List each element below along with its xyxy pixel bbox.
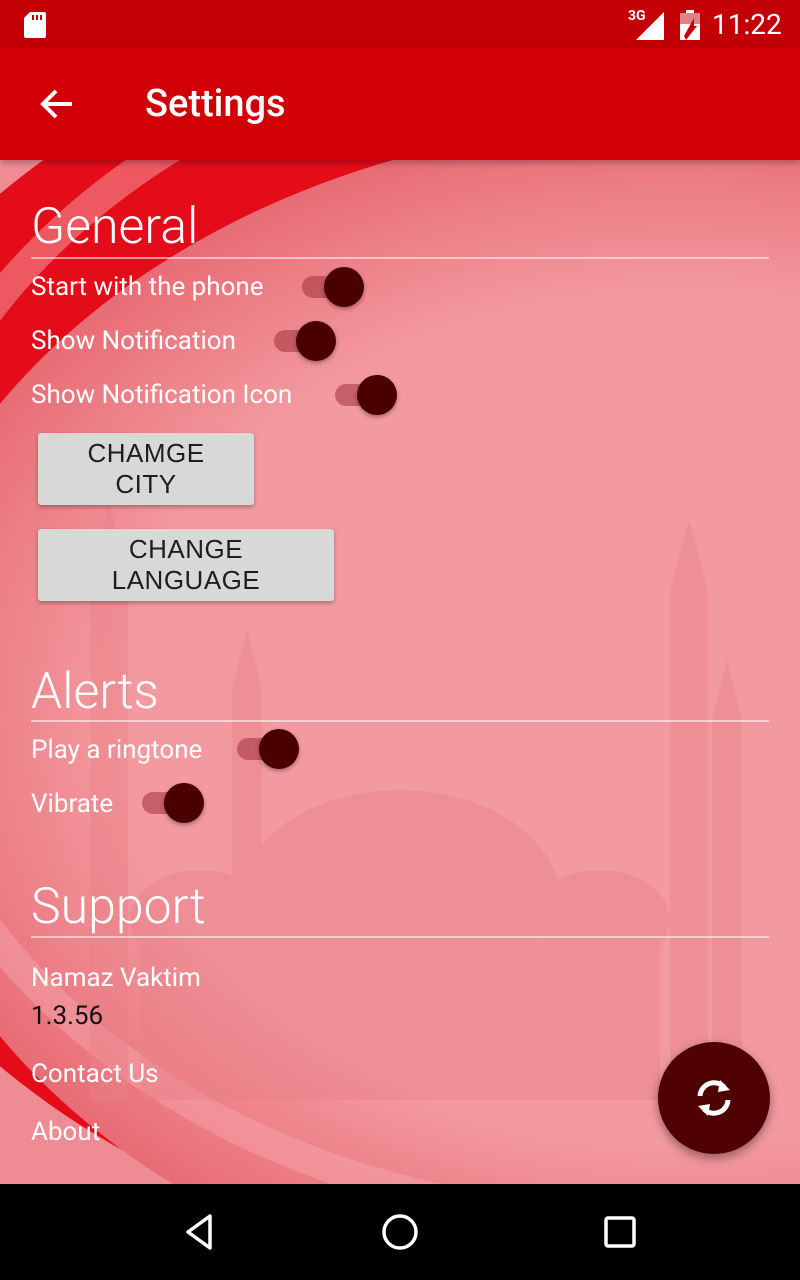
change-city-button[interactable]: CHAMGE CITY: [38, 433, 254, 505]
arrow-left-icon: [40, 89, 72, 119]
setting-label-vibrate: Vibrate: [31, 789, 114, 819]
system-nav-bar: [0, 1184, 800, 1280]
divider: [31, 257, 769, 259]
divider: [31, 936, 769, 938]
sd-card-icon: [24, 12, 46, 38]
refresh-fab[interactable]: [658, 1042, 770, 1154]
switch-thumb: [259, 729, 299, 769]
switch-thumb: [357, 375, 397, 415]
setting-label-show-notification-icon: Show Notification Icon: [31, 380, 293, 410]
about-link[interactable]: About: [31, 1117, 100, 1147]
home-circle-icon: [382, 1214, 418, 1250]
recents-square-icon: [604, 1216, 636, 1248]
divider: [31, 720, 769, 722]
status-bar: 3G 11:22: [0, 0, 800, 48]
show-notification-toggle[interactable]: [272, 319, 340, 363]
page-title: Settings: [145, 82, 286, 126]
play-ringtone-toggle[interactable]: [235, 727, 303, 771]
nav-back-button[interactable]: [140, 1184, 260, 1280]
switch-thumb: [164, 783, 204, 823]
show-notification-icon-toggle[interactable]: [333, 373, 401, 417]
nav-recents-button[interactable]: [560, 1184, 680, 1280]
app-bar: Settings: [0, 48, 800, 160]
switch-thumb: [296, 321, 336, 361]
switch-thumb: [324, 267, 364, 307]
section-title-general: General: [31, 198, 199, 256]
vibrate-toggle[interactable]: [140, 781, 208, 825]
setting-label-play-ringtone: Play a ringtone: [31, 735, 203, 765]
back-triangle-icon: [186, 1214, 212, 1250]
back-button[interactable]: [24, 76, 88, 132]
section-title-alerts: Alerts: [31, 663, 159, 721]
setting-label-show-notification: Show Notification: [31, 326, 236, 356]
start-with-phone-toggle[interactable]: [300, 265, 368, 309]
setting-label-start-with-phone: Start with the phone: [31, 272, 264, 302]
section-title-support: Support: [31, 878, 206, 936]
contact-us-link[interactable]: Contact Us: [31, 1059, 159, 1089]
app-version: 1.3.56: [31, 1001, 104, 1031]
nav-home-button[interactable]: [340, 1184, 460, 1280]
settings-content[interactable]: General Start with the phone Show Notifi…: [0, 160, 800, 1184]
clock: 11:22: [712, 8, 782, 41]
change-language-button[interactable]: CHANGE LANGUAGE: [38, 529, 334, 601]
battery-icon: [680, 10, 700, 40]
network-type-label: 3G: [628, 8, 646, 24]
app-name: Namaz Vaktim: [31, 963, 201, 993]
sync-icon: [697, 1080, 731, 1116]
